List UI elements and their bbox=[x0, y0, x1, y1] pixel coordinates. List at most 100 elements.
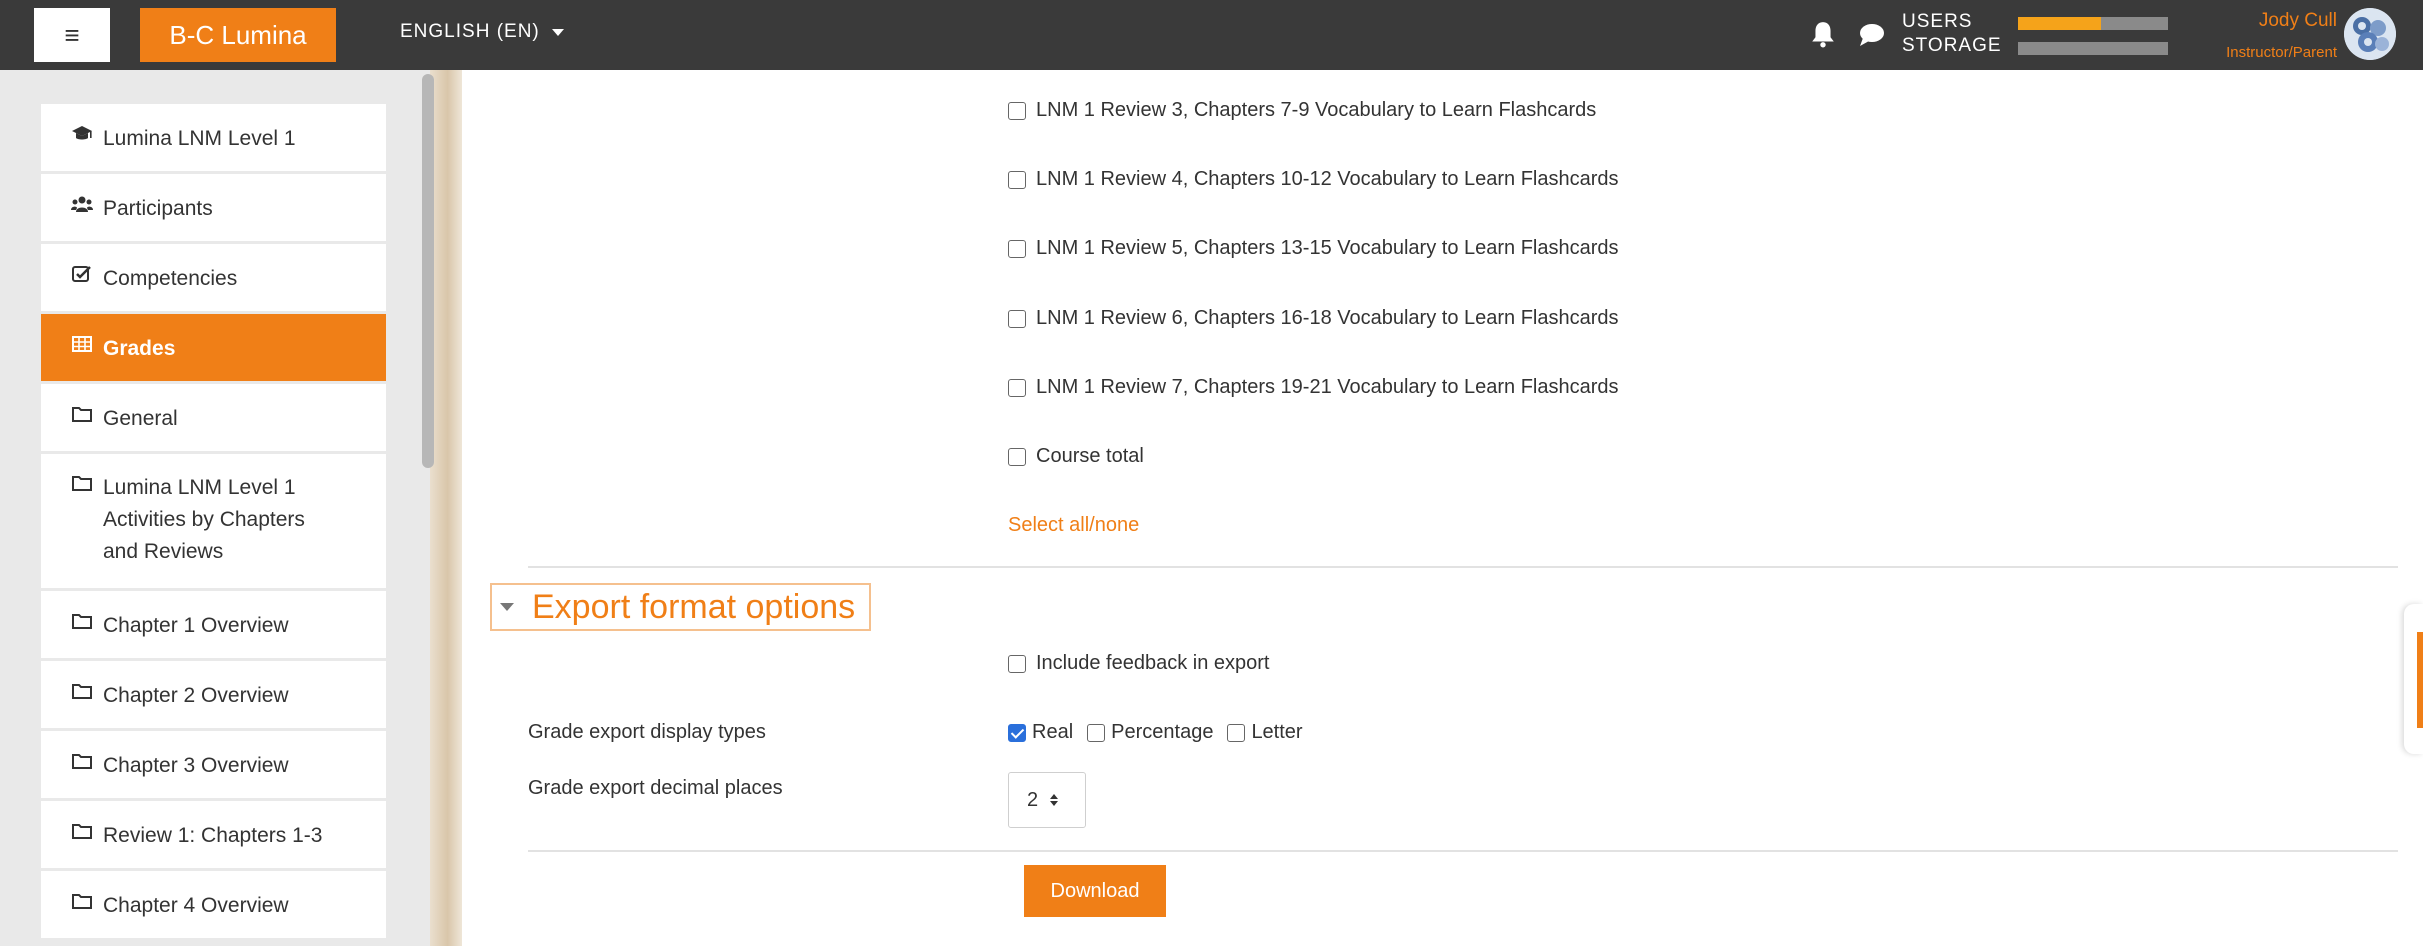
percentage-checkbox[interactable] bbox=[1087, 723, 1106, 742]
sidebar-item-label: Review 1: Chapters 1-3 bbox=[103, 824, 323, 847]
select-arrows-icon bbox=[1050, 794, 1059, 806]
grade-item-checkbox[interactable] bbox=[1008, 309, 1026, 328]
bell-icon[interactable] bbox=[1810, 20, 1836, 48]
letter-label: Letter bbox=[1251, 721, 1303, 743]
grade-item-checkbox[interactable] bbox=[1008, 170, 1026, 189]
sidebar-item-chapter-4[interactable]: Chapter 4 Overview bbox=[41, 871, 386, 941]
course-total-label: Course total bbox=[1036, 445, 1144, 467]
sidebar-item-label-line: and Reviews bbox=[103, 540, 224, 563]
drawer-edge bbox=[430, 70, 462, 946]
real-label: Real bbox=[1032, 721, 1074, 743]
course-total-checkbox-row[interactable]: Course total bbox=[1008, 445, 1144, 468]
sidebar-item-label: General bbox=[103, 407, 178, 430]
sidebar-item-chapter-3[interactable]: Chapter 3 Overview bbox=[41, 731, 386, 801]
sidebar-item-label-line: Lumina LNM Level 1 bbox=[103, 476, 296, 499]
language-menu[interactable]: ENGLISH (EN) bbox=[400, 21, 564, 43]
sidebar-item-label: Competencies bbox=[103, 267, 238, 290]
sidebar-item-activities[interactable]: Lumina LNM Level 1 Activities by Chapter… bbox=[41, 454, 386, 591]
sidebar-item-label: Lumina LNM Level 1 bbox=[103, 127, 296, 150]
drawer-list: Lumina LNM Level 1 Participants Competen… bbox=[41, 104, 386, 941]
grade-item-checkbox[interactable] bbox=[1008, 239, 1026, 258]
user-name[interactable]: Jody Cull bbox=[2259, 10, 2337, 32]
folder-icon bbox=[71, 474, 93, 492]
decimal-places-label: Grade export decimal places bbox=[528, 777, 783, 799]
hamburger-menu-button[interactable]: ≡ bbox=[34, 8, 110, 62]
display-type-letter[interactable]: Letter bbox=[1227, 721, 1303, 744]
display-type-percentage[interactable]: Percentage bbox=[1087, 721, 1213, 744]
letter-checkbox[interactable] bbox=[1227, 723, 1246, 742]
folder-icon bbox=[71, 752, 93, 770]
sidebar-item-label: Chapter 2 Overview bbox=[103, 684, 289, 707]
right-drawer-tab[interactable] bbox=[2404, 604, 2423, 754]
storage-usage-bar bbox=[2018, 42, 2168, 55]
sidebar-item-label: Lumina LNM Level 1 Activities by Chapter… bbox=[103, 472, 305, 568]
folder-icon bbox=[71, 822, 93, 840]
grade-item-label: LNM 1 Review 7, Chapters 19-21 Vocabular… bbox=[1036, 376, 1619, 398]
right-drawer-tab-accent bbox=[2417, 632, 2423, 728]
divider bbox=[528, 850, 2398, 852]
caret-down-icon bbox=[551, 28, 564, 36]
collapse-caret-icon bbox=[500, 603, 514, 611]
decimal-places-select[interactable]: 2 bbox=[1008, 772, 1086, 828]
grade-item-label: LNM 1 Review 4, Chapters 10-12 Vocabular… bbox=[1036, 168, 1619, 190]
include-feedback-checkbox[interactable] bbox=[1008, 654, 1026, 673]
checkbox-icon bbox=[71, 265, 93, 283]
display-type-real[interactable]: Real bbox=[1008, 721, 1073, 744]
sidebar-item-grades[interactable]: Grades bbox=[41, 314, 386, 384]
grade-item-checkbox[interactable] bbox=[1008, 378, 1026, 397]
include-feedback-label: Include feedback in export bbox=[1036, 652, 1270, 674]
users-usage-fill bbox=[2018, 17, 2101, 30]
users-icon bbox=[71, 195, 93, 213]
grade-item-label: LNM 1 Review 3, Chapters 7-9 Vocabulary … bbox=[1036, 99, 1597, 121]
users-usage-bar bbox=[2018, 17, 2168, 30]
folder-icon bbox=[71, 405, 93, 423]
sidebar-item-course[interactable]: Lumina LNM Level 1 bbox=[41, 104, 386, 174]
grade-item-checkbox-row[interactable]: LNM 1 Review 4, Chapters 10-12 Vocabular… bbox=[1008, 168, 1619, 191]
grade-item-checkbox-row[interactable]: LNM 1 Review 3, Chapters 7-9 Vocabulary … bbox=[1008, 99, 1596, 122]
sidebar-item-participants[interactable]: Participants bbox=[41, 174, 386, 244]
usage-labels: USERS STORAGE bbox=[1902, 10, 2002, 58]
folder-icon bbox=[71, 612, 93, 630]
users-usage-label: USERS bbox=[1902, 11, 1973, 32]
select-all-none-link[interactable]: Select all/none bbox=[1008, 514, 1139, 537]
folder-icon bbox=[71, 892, 93, 910]
sidebar-item-review-1[interactable]: Review 1: Chapters 1-3 bbox=[41, 801, 386, 871]
sidebar-item-label: Grades bbox=[103, 337, 176, 360]
export-format-options-toggle[interactable]: Export format options bbox=[490, 583, 872, 631]
sidebar-item-general[interactable]: General bbox=[41, 384, 386, 454]
grade-item-label: LNM 1 Review 6, Chapters 16-18 Vocabular… bbox=[1036, 307, 1619, 329]
main-content bbox=[462, 70, 2423, 946]
sidebar-item-label: Participants bbox=[103, 197, 213, 220]
divider bbox=[528, 566, 2398, 568]
avatar-icon[interactable] bbox=[2344, 8, 2396, 60]
grade-item-checkbox-row[interactable]: LNM 1 Review 7, Chapters 19-21 Vocabular… bbox=[1008, 376, 1619, 399]
grade-item-checkbox-row[interactable]: LNM 1 Review 5, Chapters 13-15 Vocabular… bbox=[1008, 237, 1619, 260]
sidebar-item-label: Chapter 3 Overview bbox=[103, 754, 289, 777]
grade-item-checkbox[interactable] bbox=[1008, 101, 1026, 120]
display-types-label: Grade export display types bbox=[528, 721, 766, 743]
sidebar-item-label: Chapter 1 Overview bbox=[103, 614, 289, 637]
chat-bubble-icon[interactable] bbox=[1858, 22, 1886, 48]
sidebar-item-competencies[interactable]: Competencies bbox=[41, 244, 386, 314]
download-button[interactable]: Download bbox=[1024, 865, 1166, 917]
grade-item-label: LNM 1 Review 5, Chapters 13-15 Vocabular… bbox=[1036, 237, 1619, 259]
drawer-scrollbar[interactable] bbox=[422, 74, 434, 468]
sidebar-item-chapter-1[interactable]: Chapter 1 Overview bbox=[41, 591, 386, 661]
include-feedback-row[interactable]: Include feedback in export bbox=[1008, 652, 1270, 675]
graduation-cap-icon bbox=[71, 125, 93, 143]
course-total-checkbox[interactable] bbox=[1008, 447, 1026, 466]
storage-usage-label: STORAGE bbox=[1902, 35, 2002, 56]
display-types-options: Real Percentage Letter bbox=[1008, 721, 1317, 744]
sidebar-item-label: Chapter 4 Overview bbox=[103, 894, 289, 917]
grade-item-checkbox-row[interactable]: LNM 1 Review 6, Chapters 16-18 Vocabular… bbox=[1008, 307, 1619, 330]
percentage-label: Percentage bbox=[1111, 721, 1214, 743]
decimal-places-value: 2 bbox=[1027, 788, 1039, 811]
real-checkbox[interactable] bbox=[1008, 723, 1026, 742]
folder-icon bbox=[71, 682, 93, 700]
user-role: Instructor/Parent bbox=[2226, 44, 2337, 61]
sidebar-item-label-line: Activities by Chapters bbox=[103, 508, 305, 531]
sidebar-item-chapter-2[interactable]: Chapter 2 Overview bbox=[41, 661, 386, 731]
table-icon bbox=[71, 335, 93, 353]
brand-logo[interactable]: B-C Lumina bbox=[140, 8, 336, 62]
hamburger-icon: ≡ bbox=[64, 19, 80, 50]
